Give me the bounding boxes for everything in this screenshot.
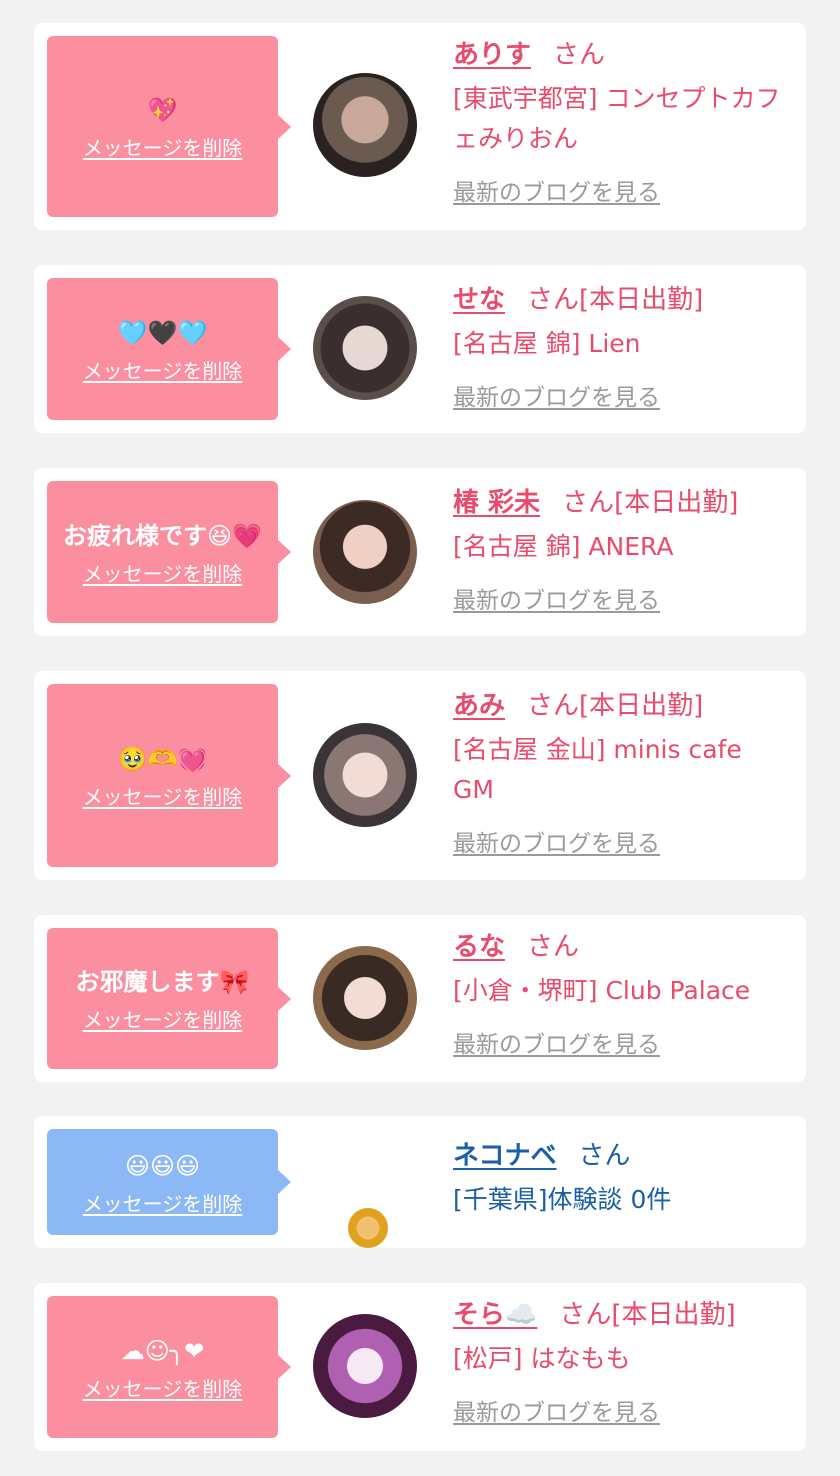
honorific: さん	[553, 40, 606, 70]
avatar[interactable]	[313, 500, 417, 604]
message-text: 💖	[147, 96, 178, 124]
message-bubble: ☁☺︎╮❤︎ メッセージを削除	[47, 1296, 291, 1438]
cast-name-link[interactable]: 椿 彩未	[453, 488, 540, 518]
shop-name: [名古屋 金山] minis cafe GM	[453, 735, 742, 804]
review-count: [千葉県]体験談 0件	[453, 1185, 672, 1214]
delete-message-link[interactable]: メッセージを削除	[83, 1373, 243, 1402]
message-card: 💖 メッセージを削除 ありす さん [東武宇都宮] コンセプトカフェみりおん 最新…	[34, 23, 806, 230]
blog-link[interactable]: 最新のブログを見る	[453, 173, 660, 207]
shop-name: [松戸] はなもも	[453, 1344, 631, 1373]
avatar[interactable]	[348, 1208, 388, 1248]
message-card: お疲れ様です😆💗 メッセージを削除 椿 彩未 さん[本日出勤] [名古屋 錦] A…	[34, 468, 806, 636]
cast-name-link[interactable]: るな	[453, 932, 505, 962]
blog-link[interactable]: 最新のブログを見る	[453, 1393, 660, 1427]
status-badge: [本日出勤]	[579, 285, 704, 315]
message-card: お邪魔します🎀 メッセージを削除 るな さん [小倉・堺町] Club Palac…	[34, 915, 806, 1082]
honorific: さん	[527, 285, 580, 315]
cast-name-link[interactable]: あみ	[453, 691, 505, 721]
blog-link[interactable]: 最新のブログを見る	[453, 378, 660, 412]
avatar[interactable]	[313, 296, 417, 400]
message-bubble: 💖 メッセージを削除	[47, 36, 291, 217]
honorific: さん	[578, 1141, 631, 1171]
avatar[interactable]	[313, 73, 417, 177]
message-bubble: お疲れ様です😆💗 メッセージを削除	[47, 481, 291, 623]
shop-name: [名古屋 錦] Lien	[453, 329, 641, 358]
avatar[interactable]	[313, 1314, 417, 1418]
shop-name: [小倉・堺町] Club Palace	[453, 976, 751, 1005]
status-badge: [本日出勤]	[614, 488, 739, 518]
blog-link[interactable]: 最新のブログを見る	[453, 1025, 660, 1059]
honorific: さん	[562, 488, 615, 518]
message-text: ☁☺︎╮❤︎	[120, 1336, 205, 1365]
avatar[interactable]	[313, 946, 417, 1050]
message-card: 🥹🫶💓 メッセージを削除 あみ さん[本日出勤] [名古屋 金山] minis c…	[34, 671, 806, 880]
message-card: 🩵🖤🩵 メッセージを削除 せな さん[本日出勤] [名古屋 錦] Lien 最新の…	[34, 265, 806, 433]
delete-message-link[interactable]: メッセージを削除	[83, 1188, 243, 1217]
blog-link[interactable]: 最新のブログを見る	[453, 824, 660, 858]
message-text: 🩵🖤🩵	[117, 318, 208, 347]
delete-message-link[interactable]: メッセージを削除	[83, 558, 243, 587]
message-card: ☁☺︎╮❤︎ メッセージを削除 そら☁️ さん[本日出勤] [松戸] はなもも 最…	[34, 1283, 806, 1451]
cast-name-link[interactable]: ありす	[453, 40, 531, 70]
delete-message-link[interactable]: メッセージを削除	[83, 355, 243, 384]
delete-message-link[interactable]: メッセージを削除	[83, 132, 243, 161]
message-card: 😃😃😃 メッセージを削除 ネコナベ さん [千葉県]体験談 0件	[34, 1116, 806, 1248]
honorific: さん	[527, 691, 580, 721]
message-text: お疲れ様です😆💗	[63, 521, 262, 550]
message-bubble: お邪魔します🎀 メッセージを削除	[47, 928, 291, 1069]
cast-name-link[interactable]: せな	[453, 285, 505, 315]
message-text: 😃😃😃	[124, 1151, 201, 1180]
shop-name: [東武宇都宮] コンセプトカフェみりおん	[453, 84, 781, 153]
status-badge: [本日出勤]	[579, 691, 704, 721]
cast-name-link[interactable]: そら☁️	[453, 1300, 537, 1330]
honorific: さん	[559, 1300, 612, 1330]
message-bubble: 😃😃😃 メッセージを削除	[47, 1129, 291, 1235]
blog-link[interactable]: 最新のブログを見る	[453, 581, 660, 615]
shop-name: [名古屋 錦] ANERA	[453, 532, 674, 561]
delete-message-link[interactable]: メッセージを削除	[83, 1004, 243, 1033]
message-bubble: 🩵🖤🩵 メッセージを削除	[47, 278, 291, 420]
message-text: 🥹🫶💓	[117, 745, 208, 773]
status-badge: [本日出勤]	[611, 1300, 736, 1330]
honorific: さん	[527, 932, 580, 962]
message-text: お邪魔します🎀	[75, 968, 250, 996]
user-name-link[interactable]: ネコナベ	[453, 1141, 556, 1171]
avatar[interactable]	[313, 723, 417, 827]
message-bubble: 🥹🫶💓 メッセージを削除	[47, 684, 291, 867]
delete-message-link[interactable]: メッセージを削除	[83, 781, 243, 810]
